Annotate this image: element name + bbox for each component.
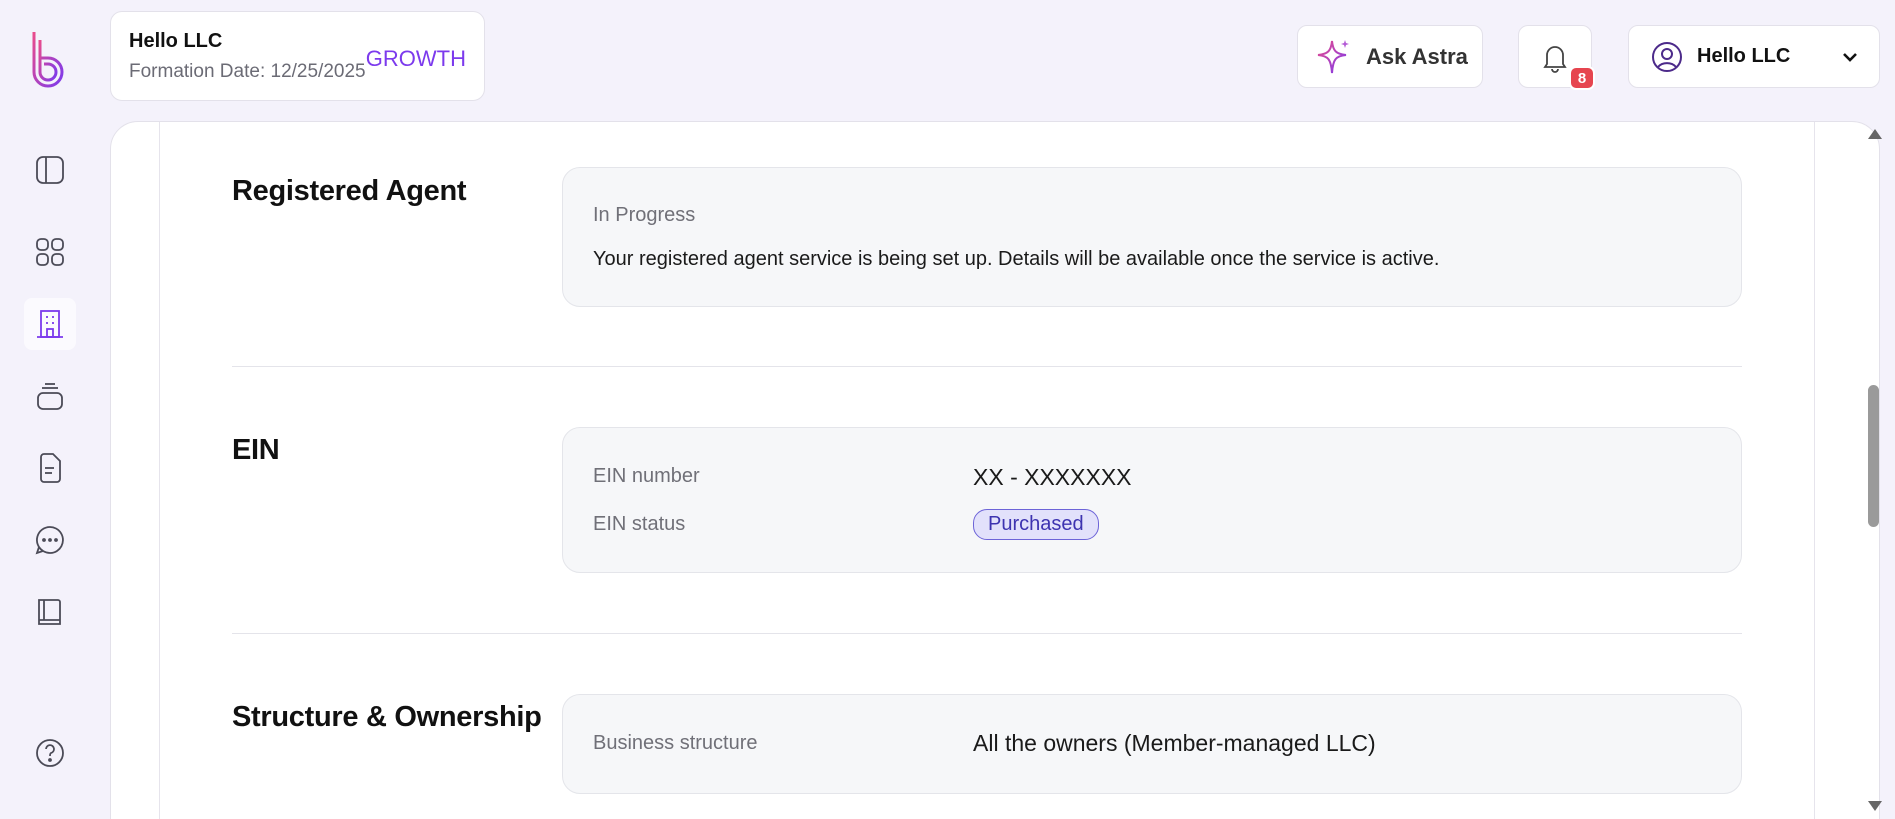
content-border-right [1814,122,1815,819]
registered-agent-status: In Progress [593,204,696,226]
notification-count-badge: 8 [1569,66,1595,90]
user-name: Hello LLC [1697,45,1791,67]
content-border-left [159,122,160,819]
ein-number-label: EIN number [593,465,700,487]
notifications-button[interactable]: 8 [1518,25,1595,90]
structure-card: Business structure All the owners (Membe… [562,694,1742,794]
structure-ownership-title: Structure & Ownership [232,701,542,733]
ask-astra-button[interactable]: Ask Astra [1297,25,1483,88]
registered-agent-description: Your registered agent service is being s… [593,248,1440,270]
ein-title: EIN [232,434,280,466]
registered-agent-title: Registered Agent [232,175,467,207]
user-menu-button[interactable]: Hello LLC [1628,25,1880,88]
business-structure-label: Business structure [593,732,758,754]
brand-logo[interactable] [26,28,74,92]
business-structure-value: All the owners (Member-managed LLC) [973,730,1376,756]
company-card[interactable]: Hello LLC Formation Date: 12/25/2025 GRO… [110,11,485,101]
registered-agent-card: In Progress Your registered agent servic… [562,167,1742,307]
scroll-up-arrow-icon[interactable] [1868,129,1882,139]
sidebar [0,0,100,819]
section-divider [232,366,1742,367]
dashboard-grid-icon[interactable] [24,226,76,278]
ask-astra-label: Ask Astra [1366,43,1468,69]
stack-icon[interactable] [24,370,76,422]
user-avatar-icon [1652,41,1682,72]
section-divider [232,633,1742,634]
chat-icon[interactable] [24,514,76,566]
sparkle-icon [1317,39,1349,73]
ein-status-label: EIN status [593,513,686,535]
building-icon[interactable] [24,298,76,350]
document-icon[interactable] [24,442,76,494]
ein-status-badge: Purchased [973,509,1099,540]
help-icon[interactable] [24,727,76,779]
ein-number-value: XX - XXXXXXX [973,464,1132,490]
chevron-down-icon [1843,53,1857,62]
ein-card: EIN number XX - XXXXXXX EIN status Purch… [562,427,1742,573]
plan-badge: GROWTH [365,46,466,71]
scrollbar-thumb[interactable] [1868,385,1879,527]
book-icon[interactable] [24,586,76,638]
vertical-scrollbar[interactable] [1865,121,1882,819]
sidebar-toggle-icon[interactable] [24,144,76,196]
main-panel: Registered Agent In Progress Your regist… [110,121,1880,819]
bell-icon [1543,45,1567,73]
scroll-down-arrow-icon[interactable] [1868,801,1882,811]
